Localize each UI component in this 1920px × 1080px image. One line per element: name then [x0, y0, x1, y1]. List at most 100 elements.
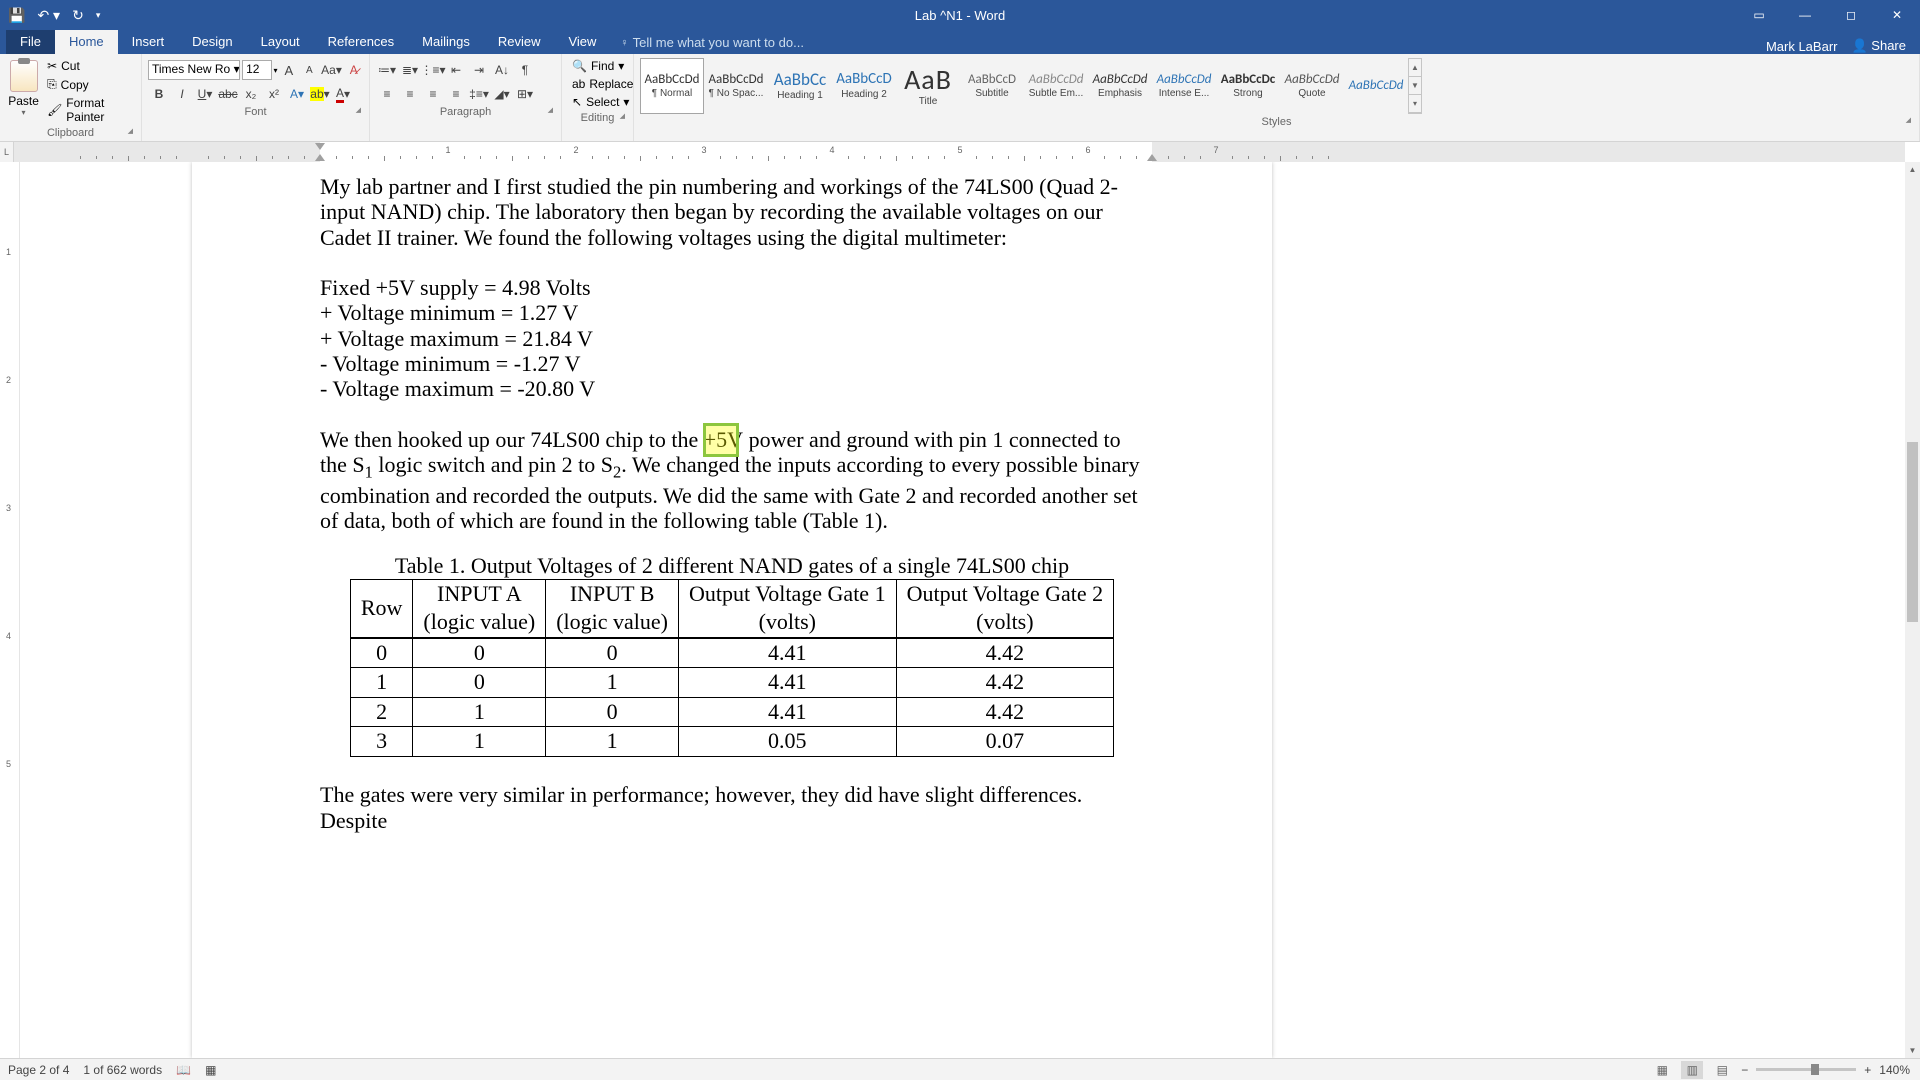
styles-gallery[interactable]: AaBbCcDd¶ NormalAaBbCcDd¶ No Spac...AaBb…: [640, 56, 1913, 114]
web-layout-icon[interactable]: ▤: [1711, 1061, 1733, 1079]
justify-icon[interactable]: ≡: [445, 84, 467, 104]
cut-button[interactable]: ✂Cut: [45, 58, 135, 74]
format-painter-button[interactable]: 🖌Format Painter: [45, 95, 135, 125]
style-option[interactable]: AaBbCcDdQuote: [1280, 58, 1344, 114]
line-spacing-icon[interactable]: ‡≡▾: [468, 84, 490, 104]
change-case-icon[interactable]: Aa▾: [321, 60, 343, 80]
align-left-icon[interactable]: ≡: [376, 84, 398, 104]
subscript-icon[interactable]: x₂: [240, 84, 262, 104]
shrink-font-icon[interactable]: A: [300, 60, 318, 80]
replace-icon: ab: [572, 77, 585, 91]
tab-home[interactable]: Home: [55, 29, 118, 54]
table-row: 2104.414.42: [350, 697, 1113, 727]
font-color-icon[interactable]: A▾: [332, 84, 354, 104]
superscript-icon[interactable]: x²: [263, 84, 285, 104]
word-count[interactable]: 1 of 662 words: [83, 1063, 162, 1077]
bullets-icon[interactable]: ≔▾: [376, 60, 398, 80]
tab-mailings[interactable]: Mailings: [408, 29, 484, 54]
style-option[interactable]: AaBbCcDd¶ Normal: [640, 58, 704, 114]
clear-format-icon[interactable]: A̷: [345, 60, 363, 80]
tab-view[interactable]: View: [554, 29, 610, 54]
replace-button[interactable]: abReplace: [568, 76, 627, 92]
table-row: 3110.050.07: [350, 727, 1113, 757]
font-size-input[interactable]: 12: [242, 60, 271, 80]
highlight-icon[interactable]: ab▾: [309, 84, 331, 104]
qat-customize-icon[interactable]: ▾: [96, 10, 101, 21]
scroll-thumb[interactable]: [1907, 442, 1918, 622]
tab-file[interactable]: File: [6, 29, 55, 54]
paragraph-group-label: Paragraph: [376, 104, 555, 120]
ribbon-options-icon[interactable]: ▭: [1736, 0, 1782, 30]
decrease-indent-icon[interactable]: ⇤: [445, 60, 467, 80]
macro-icon[interactable]: ▦: [205, 1063, 216, 1077]
bold-icon[interactable]: B: [148, 84, 170, 104]
sort-icon[interactable]: A↓: [491, 60, 513, 80]
redo-icon[interactable]: ↻: [72, 7, 84, 24]
close-icon[interactable]: ✕: [1874, 0, 1920, 30]
multilevel-icon[interactable]: ⋮≡▾: [422, 60, 444, 80]
paste-button[interactable]: Paste ▾: [6, 56, 41, 117]
tab-review[interactable]: Review: [484, 29, 555, 54]
style-option[interactable]: AaBTitle: [896, 58, 960, 114]
select-button[interactable]: ↖Select ▾: [568, 94, 627, 110]
vertical-ruler[interactable]: 1 2 3 4 5: [0, 162, 20, 1058]
tell-me-search[interactable]: Tell me what you want to do...: [620, 31, 804, 54]
show-marks-icon[interactable]: ¶: [514, 60, 536, 80]
document-area[interactable]: 1 2 3 4 5 My lab partner and I first stu…: [0, 162, 1905, 1058]
strike-icon[interactable]: abc: [217, 84, 239, 104]
find-button[interactable]: 🔍Find ▾: [568, 58, 627, 74]
increase-indent-icon[interactable]: ⇥: [468, 60, 490, 80]
table-header-row: Row INPUT A(logic value) INPUT B(logic v…: [350, 579, 1113, 638]
align-right-icon[interactable]: ≡: [422, 84, 444, 104]
tab-references[interactable]: References: [314, 29, 408, 54]
tab-insert[interactable]: Insert: [118, 29, 179, 54]
style-option[interactable]: AaBbCcDHeading 2: [832, 58, 896, 114]
save-icon[interactable]: 💾: [8, 7, 25, 24]
maximize-icon[interactable]: ◻: [1828, 0, 1874, 30]
gallery-scroll[interactable]: ▲▼▾: [1408, 58, 1422, 114]
print-layout-icon[interactable]: ▥: [1681, 1061, 1703, 1079]
document-page[interactable]: My lab partner and I first studied the p…: [192, 162, 1272, 1058]
zoom-out-icon[interactable]: −: [1741, 1063, 1748, 1077]
numbering-icon[interactable]: ≣▾: [399, 60, 421, 80]
style-option[interactable]: AaBbCcDdIntense E...: [1152, 58, 1216, 114]
style-option[interactable]: AaBbCcDd: [1344, 58, 1408, 114]
text-effects-icon[interactable]: A▾: [286, 84, 308, 104]
italic-icon[interactable]: I: [171, 84, 193, 104]
share-button[interactable]: 👤 Share: [1851, 38, 1906, 54]
measurement-line: + Voltage maximum = 21.84 V: [320, 326, 1144, 351]
borders-icon[interactable]: ⊞▾: [514, 84, 536, 104]
copy-button[interactable]: ⎘Copy: [45, 76, 135, 93]
ruler-corner: L: [0, 142, 14, 162]
cursor-icon: ↖: [572, 95, 582, 109]
ribbon-tabs: File Home Insert Design Layout Reference…: [0, 30, 1920, 54]
zoom-slider[interactable]: [1756, 1068, 1856, 1071]
tab-design[interactable]: Design: [178, 29, 246, 54]
style-option[interactable]: AaBbCcDSubtitle: [960, 58, 1024, 114]
style-option[interactable]: AaBbCcDcStrong: [1216, 58, 1280, 114]
minimize-icon[interactable]: —: [1782, 0, 1828, 30]
spellcheck-icon[interactable]: 📖: [176, 1063, 191, 1077]
title-bar: 💾 ↶ ▾ ↻ ▾ Lab ^N1 - Word ▭ — ◻ ✕: [0, 0, 1920, 30]
user-name[interactable]: Mark LaBarr: [1766, 39, 1838, 54]
page-status[interactable]: Page 2 of 4: [8, 1063, 69, 1077]
undo-icon[interactable]: ↶ ▾: [37, 7, 60, 24]
zoom-in-icon[interactable]: +: [1864, 1063, 1871, 1077]
shading-icon[interactable]: ◢▾: [491, 84, 513, 104]
style-option[interactable]: AaBbCcDdSubtle Em...: [1024, 58, 1088, 114]
scroll-up-icon[interactable]: ▲: [1905, 162, 1920, 177]
vertical-scrollbar[interactable]: ▲ ▼: [1905, 162, 1920, 1058]
font-name-input[interactable]: Times New Ro ▾: [148, 60, 240, 80]
read-mode-icon[interactable]: ▦: [1651, 1061, 1673, 1079]
table-row: 0004.414.42: [350, 638, 1113, 668]
tab-layout[interactable]: Layout: [247, 29, 314, 54]
style-option[interactable]: AaBbCcHeading 1: [768, 58, 832, 114]
horizontal-ruler[interactable]: L 1234567: [0, 142, 1905, 162]
grow-font-icon[interactable]: A: [280, 60, 298, 80]
scroll-down-icon[interactable]: ▼: [1905, 1043, 1920, 1058]
align-center-icon[interactable]: ≡: [399, 84, 421, 104]
style-option[interactable]: AaBbCcDd¶ No Spac...: [704, 58, 768, 114]
style-option[interactable]: AaBbCcDdEmphasis: [1088, 58, 1152, 114]
zoom-level[interactable]: 140%: [1879, 1063, 1910, 1077]
underline-icon[interactable]: U▾: [194, 84, 216, 104]
